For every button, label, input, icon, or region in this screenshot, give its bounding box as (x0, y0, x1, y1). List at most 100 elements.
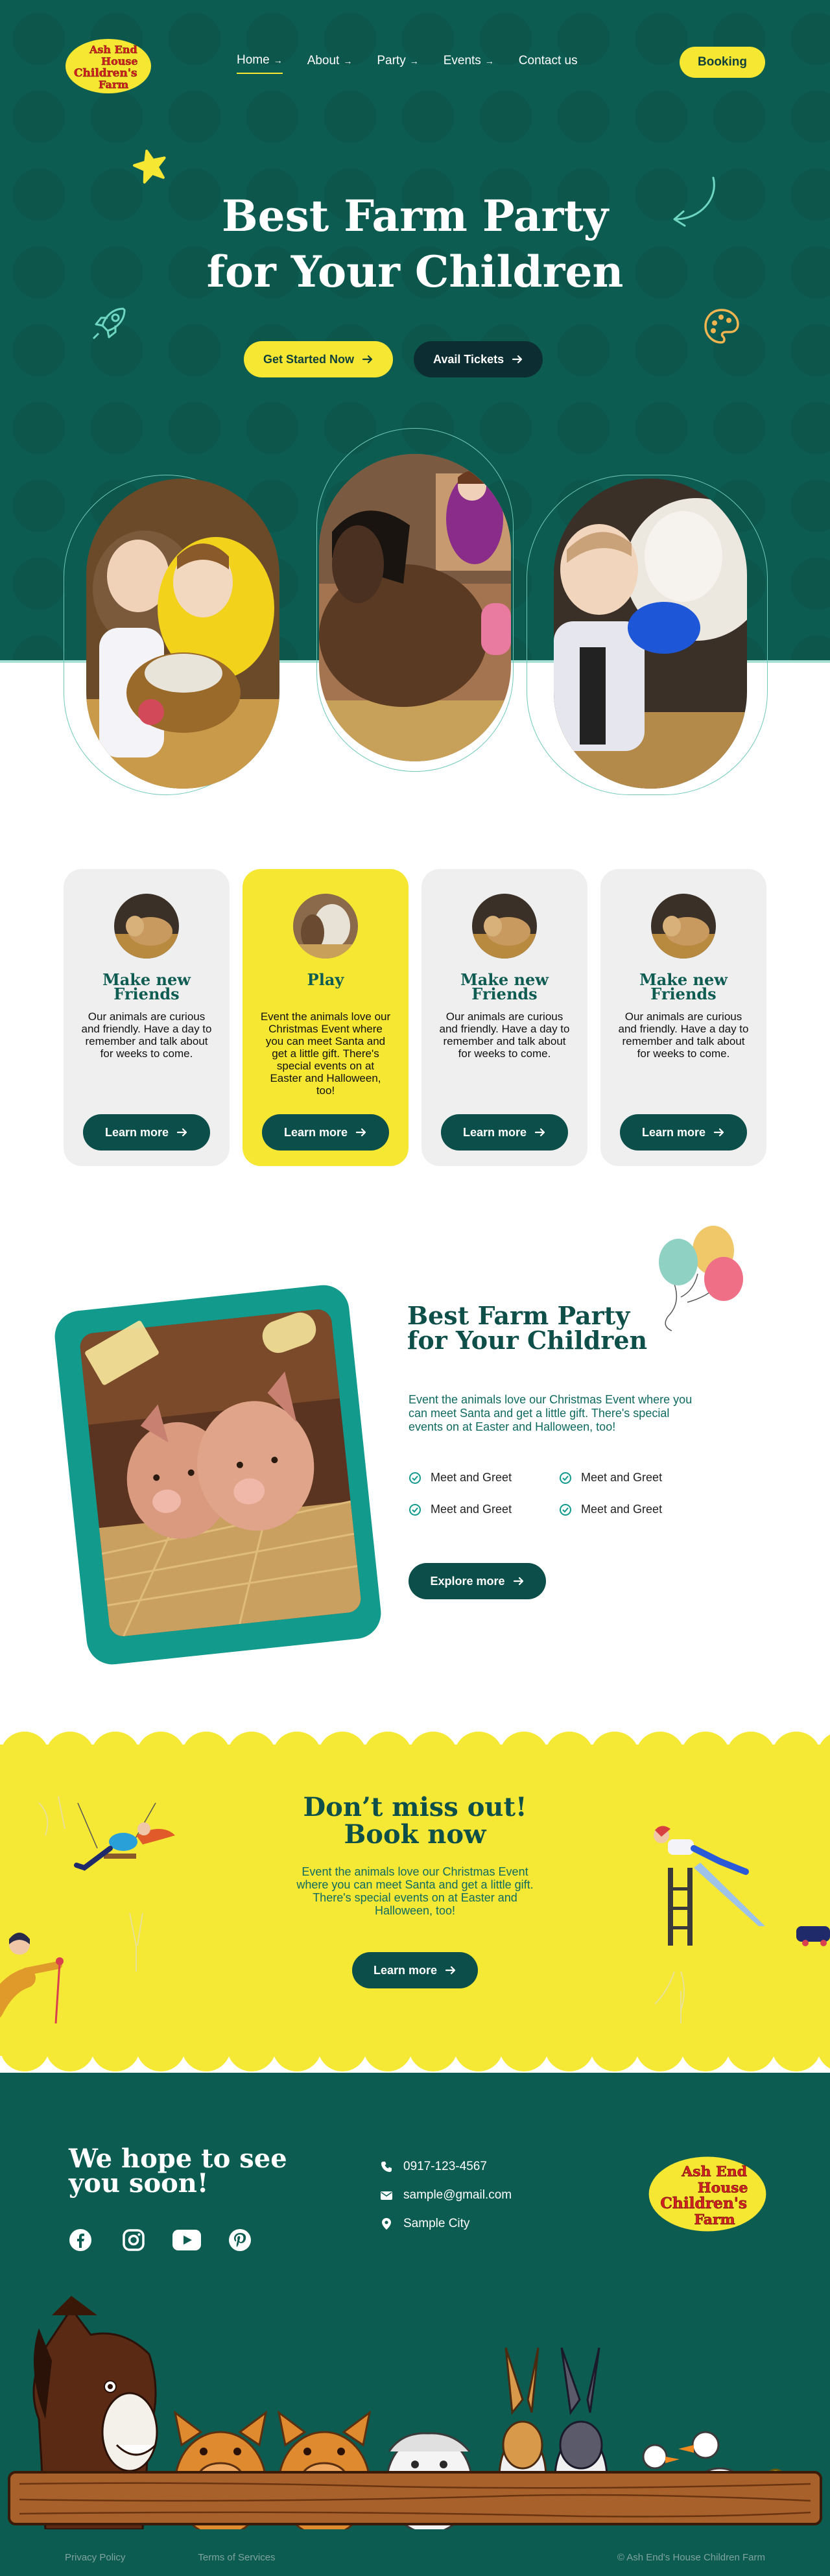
feature-card: Make new Friends Our animals are curious… (600, 869, 766, 1166)
contact-location[interactable]: Sample City (380, 2217, 512, 2231)
avail-tickets-button[interactable]: Avail Tickets (414, 341, 543, 377)
about-text: Event the animals love our Christmas Eve… (409, 1393, 693, 1433)
hero-title-line2: for Your Children (206, 246, 624, 297)
button-label: Explore more (430, 1574, 505, 1588)
promo-learn-more-button[interactable]: Learn more (352, 1952, 478, 1988)
svg-text:Farm: Farm (99, 78, 128, 91)
facebook-icon[interactable] (66, 2226, 95, 2254)
check-circle-icon (560, 1472, 571, 1484)
nav-item-about[interactable]: About → (307, 54, 353, 73)
youtube-icon[interactable] (172, 2226, 201, 2254)
arrow-right-icon: → (343, 56, 353, 66)
card-title: Play (307, 970, 344, 989)
card-title: Make new Friends (639, 970, 728, 1003)
nav-item-contact[interactable]: Contact us (519, 54, 578, 73)
contact-info: 0917-123-4567 sample@gmail.com Sample Ci… (380, 2160, 512, 2231)
nav-item-home[interactable]: Home → (237, 53, 283, 74)
check-item: Meet and Greet (559, 1471, 709, 1485)
nav-item-events[interactable]: Events → (444, 54, 494, 73)
feature-cards: Make new Friends Our animals are curious… (64, 869, 766, 1166)
check-circle-icon (560, 1503, 571, 1516)
svg-text:Children's: Children's (74, 67, 137, 80)
booking-button[interactable]: Booking (680, 47, 765, 78)
sheep-thumbnail (651, 894, 716, 959)
children-with-rabbits-photo (86, 479, 279, 789)
promo-title-line1: Don’t miss out! (303, 1792, 527, 1822)
hero-title: Best Farm Party for Your Children (156, 188, 674, 300)
location-pin-icon (382, 2218, 391, 2230)
button-label: Learn more (283, 1125, 348, 1139)
contact-email[interactable]: sample@gmail.com (380, 2188, 512, 2202)
hero-buttons: Get Started Now Avail Tickets (244, 341, 543, 377)
terms-link[interactable]: Terms of Services (198, 2552, 275, 2563)
button-label: Avail Tickets (433, 352, 504, 366)
kids-playing-illustration (0, 1796, 175, 2023)
check-circle-icon (409, 1472, 421, 1484)
page: Ash End House Children's Farm Home → Abo… (0, 0, 830, 2576)
copyright-text: © Ash End's House Children Farm (617, 2552, 765, 2563)
arrow-right-icon (355, 1128, 366, 1137)
svg-text:House: House (101, 55, 138, 67)
explore-more-button[interactable]: Explore more (409, 1563, 546, 1599)
learn-more-button[interactable]: Learn more (441, 1114, 568, 1151)
curved-arrow-icon (673, 176, 715, 227)
nav-label: About (307, 54, 340, 67)
check-item: Meet and Greet (559, 1503, 709, 1516)
email-text: sample@gmail.com (403, 2188, 512, 2202)
star-icon (133, 149, 166, 184)
check-circle-icon (409, 1503, 421, 1516)
mail-icon (381, 2191, 392, 2200)
learn-more-button[interactable]: Learn more (262, 1114, 389, 1151)
button-label: Learn more (641, 1125, 706, 1139)
scallop-top-border (0, 1732, 830, 1767)
learn-more-button[interactable]: Learn more (620, 1114, 747, 1151)
get-started-button[interactable]: Get Started Now (244, 341, 394, 377)
main-nav: Home → About → Party → Events → Contact … (237, 53, 578, 74)
boy-feeding-sheep-photo (554, 479, 747, 789)
footer-title: We hope to see you soon! (69, 2143, 287, 2199)
footer-bottom-bar: Privacy Policy Terms of Services © Ash E… (65, 2552, 765, 2563)
pinterest-icon[interactable] (226, 2226, 254, 2254)
check-label: Meet and Greet (431, 1503, 512, 1516)
svg-text:House: House (698, 2179, 748, 2196)
card-text: Our animals are curious and friendly. Ha… (81, 1010, 212, 1060)
farm-logo-footer[interactable]: Ash End House Children's Farm (646, 2153, 769, 2235)
button-label: Learn more (373, 1963, 438, 1977)
arrow-right-icon (713, 1128, 724, 1137)
arrow-right-icon (534, 1128, 545, 1137)
instagram-icon[interactable] (119, 2226, 148, 2254)
girl-petting-pony-photo (319, 454, 511, 761)
arrow-right-icon (445, 1966, 456, 1975)
card-text: Our animals are curious and friendly. Ha… (439, 1010, 570, 1060)
check-item: Meet and Greet (409, 1471, 559, 1485)
button-label: Get Started Now (263, 352, 355, 366)
phone-icon (381, 2162, 392, 2172)
learn-more-button[interactable]: Learn more (83, 1114, 210, 1151)
check-item: Meet and Greet (409, 1503, 559, 1516)
arrow-right-icon (512, 355, 523, 364)
svg-text:Children's: Children's (660, 2195, 747, 2212)
promo-title: Don’t miss out! Book now (220, 1794, 610, 1848)
card-title: Make new Friends (102, 970, 191, 1003)
nav-label: Contact us (518, 54, 578, 67)
farm-logo[interactable]: Ash End House Children's Farm (64, 36, 153, 96)
button-label: Learn more (104, 1125, 169, 1139)
contact-phone[interactable]: 0917-123-4567 (380, 2160, 512, 2174)
check-label: Meet and Greet (431, 1471, 512, 1484)
button-label: Learn more (462, 1125, 527, 1139)
card-text: Our animals are curious and friendly. Ha… (618, 1010, 749, 1060)
promo-title-line2: Book now (344, 1819, 486, 1850)
svg-text:Ash End: Ash End (89, 43, 137, 56)
arrow-right-icon (513, 1577, 523, 1586)
arrow-right-icon: → (409, 56, 419, 66)
slide-illustration (654, 1826, 830, 2023)
nav-item-party[interactable]: Party → (377, 54, 418, 73)
card-text: Event the animals love our Christmas Eve… (260, 1010, 391, 1097)
farm-animals-fence-illustration (8, 2296, 822, 2529)
sheep-thumbnail (472, 894, 537, 959)
privacy-policy-link[interactable]: Privacy Policy (65, 2552, 125, 2563)
goat-thumbnail (293, 894, 358, 959)
phone-text: 0917-123-4567 (403, 2160, 487, 2173)
hero-title-line1: Best Farm Party (221, 191, 609, 241)
nav-label: Events (443, 54, 481, 67)
